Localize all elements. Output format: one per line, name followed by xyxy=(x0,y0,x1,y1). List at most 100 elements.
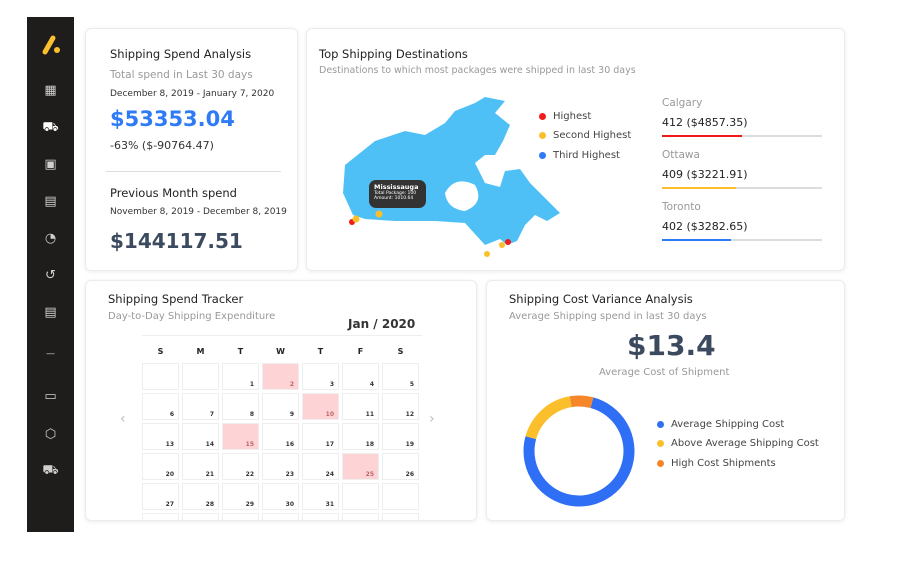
calendar-day[interactable]: 1 xyxy=(222,363,259,390)
yellow-dot-icon xyxy=(657,439,664,447)
city-name: Ottawa xyxy=(662,149,700,161)
calendar-day[interactable]: 26 xyxy=(382,453,419,480)
calendar-day[interactable]: 17 xyxy=(302,423,339,450)
history-icon[interactable]: ↺ xyxy=(27,268,74,283)
legend-label: Second Highest xyxy=(553,130,632,141)
card-title: Top Shipping Destinations xyxy=(319,47,468,61)
divider xyxy=(106,171,281,172)
calendar-day[interactable]: 6 xyxy=(142,393,179,420)
blue-dot-icon xyxy=(539,151,546,159)
city-value: 409 ($3221.91) xyxy=(662,168,748,181)
yellow-dot-icon xyxy=(539,131,546,139)
calendar-day[interactable]: 8 xyxy=(222,393,259,420)
calendar-day[interactable]: 18 xyxy=(342,423,379,450)
calendar-day[interactable]: 11 xyxy=(342,393,379,420)
calendar-empty-cell xyxy=(302,513,339,520)
calendar-day[interactable]: 23 xyxy=(262,453,299,480)
box-icon[interactable]: ⬡ xyxy=(27,427,74,442)
legend-label: Highest xyxy=(553,111,592,122)
truck-icon[interactable]: ⛟ xyxy=(27,120,74,137)
timer-icon[interactable]: ◔ xyxy=(27,231,74,246)
legend-highest: Highest xyxy=(539,111,591,122)
calendar-day[interactable]: 24 xyxy=(302,453,339,480)
donut-segment[interactable] xyxy=(521,393,637,509)
calendar-day[interactable]: 7 xyxy=(182,393,219,420)
marker-second[interactable] xyxy=(499,242,505,248)
contact-card-icon[interactable]: ▭ xyxy=(27,389,74,404)
marker-second[interactable] xyxy=(352,215,360,223)
donut-segment[interactable] xyxy=(521,393,637,509)
calendar-day[interactable]: 5 xyxy=(382,363,419,390)
calendar-month: Jan / 2020 xyxy=(348,317,416,331)
more-icon[interactable]: — xyxy=(27,349,74,359)
calendar-day[interactable]: 14 xyxy=(182,423,219,450)
calendar-day[interactable]: 4 xyxy=(342,363,379,390)
average-cost: $13.4 xyxy=(627,329,716,362)
city-name: Toronto xyxy=(662,201,701,213)
card-subtitle: Total spend in Last 30 days xyxy=(110,69,253,81)
marker-highest[interactable] xyxy=(505,239,511,245)
prev-month-button[interactable]: ‹ xyxy=(120,411,126,427)
calendar-day[interactable]: 27 xyxy=(142,483,179,510)
weekday-label: W xyxy=(276,347,285,356)
calendar-day[interactable]: 28 xyxy=(182,483,219,510)
divider xyxy=(142,335,422,336)
calendar-day[interactable]: 3 xyxy=(302,363,339,390)
donut-chart xyxy=(521,393,637,509)
legend-label: Average Shipping Cost xyxy=(671,419,785,430)
calendar-empty-cell xyxy=(342,513,379,520)
weekday-label: T xyxy=(317,347,324,356)
calendar-day[interactable]: 15 xyxy=(222,423,259,450)
calendar-day[interactable]: 30 xyxy=(262,483,299,510)
calendar-empty-cell xyxy=(342,483,379,510)
marker-second[interactable] xyxy=(484,251,490,257)
calendar-day[interactable]: 16 xyxy=(262,423,299,450)
city-value: 402 ($3282.65) xyxy=(662,220,748,233)
payments-icon[interactable]: ▤ xyxy=(27,194,74,209)
donut-segment[interactable] xyxy=(521,393,637,509)
blue-dot-icon xyxy=(657,420,664,428)
city-progress xyxy=(662,135,822,137)
delivery-truck-icon[interactable]: ⛟ xyxy=(27,463,74,480)
prev-total: $144117.51 xyxy=(110,229,243,253)
calendar-day[interactable]: 22 xyxy=(222,453,259,480)
calendar-day[interactable]: 12 xyxy=(382,393,419,420)
calendar-day[interactable]: 19 xyxy=(382,423,419,450)
marker-second[interactable] xyxy=(375,210,383,218)
tooltip-amount: Amount: 1010.64 xyxy=(374,196,414,201)
calendar-empty-cell xyxy=(222,513,259,520)
legend-label: High Cost Shipments xyxy=(671,458,776,469)
calendar-empty-cell xyxy=(142,513,179,520)
calendar-day[interactable]: 9 xyxy=(262,393,299,420)
calendar-day[interactable]: 21 xyxy=(182,453,219,480)
map-land xyxy=(343,97,560,245)
spend-analysis-card: Shipping Spend Analysis Total spend in L… xyxy=(85,28,298,271)
date-range: December 8, 2019 - January 7, 2020 xyxy=(110,89,275,99)
logo-icon[interactable] xyxy=(27,35,74,59)
spend-tracker-card: Shipping Spend Tracker Day-to-Day Shippi… xyxy=(85,280,477,521)
legend-above-average: Above Average Shipping Cost xyxy=(657,438,819,449)
calendar-day[interactable]: 10 xyxy=(302,393,339,420)
next-month-button[interactable]: › xyxy=(429,411,435,427)
calendar-day[interactable]: 31 xyxy=(302,483,339,510)
weekday-label: F xyxy=(357,347,364,356)
weekday-label: S xyxy=(397,347,404,356)
calendar-day[interactable]: 29 xyxy=(222,483,259,510)
orange-dot-icon xyxy=(657,459,664,467)
card-title: Shipping Spend Tracker xyxy=(108,292,244,306)
legend-label: Above Average Shipping Cost xyxy=(671,438,819,449)
document-icon[interactable]: ▤ xyxy=(27,305,74,320)
calendar-day[interactable]: 25 xyxy=(342,453,379,480)
city-progress xyxy=(662,187,822,189)
calendar-day[interactable]: 2 xyxy=(262,363,299,390)
calendar-empty-cell xyxy=(382,483,419,510)
calendar-day[interactable]: 20 xyxy=(142,453,179,480)
calendar-empty-cell xyxy=(382,513,419,520)
money-icon[interactable]: ▣ xyxy=(27,157,74,172)
weekday-label: M xyxy=(196,347,205,356)
dashboard-icon[interactable]: ▦ xyxy=(27,83,74,98)
card-title: Shipping Spend Analysis xyxy=(110,47,252,61)
average-cost-label: Average Cost of Shipment xyxy=(599,367,730,378)
legend-second: Second Highest xyxy=(539,130,631,141)
calendar-day[interactable]: 13 xyxy=(142,423,179,450)
